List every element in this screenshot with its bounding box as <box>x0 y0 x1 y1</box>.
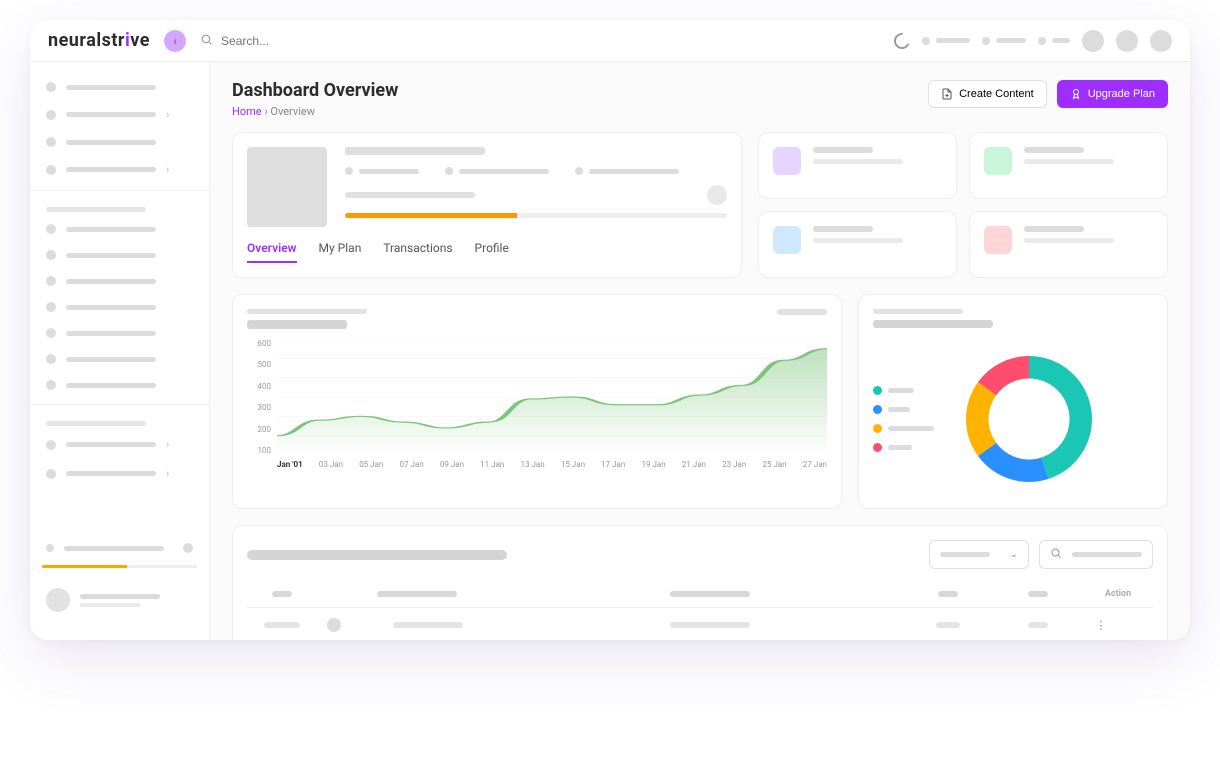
stat-card[interactable] <box>758 211 957 278</box>
breadcrumb-home[interactable]: Home <box>232 105 262 118</box>
topbar-avatar-1[interactable] <box>1082 30 1104 52</box>
sidebar-item[interactable] <box>30 320 209 346</box>
sidebar-section-header <box>30 411 209 430</box>
sidebar-collapse-button[interactable]: ‹ <box>164 30 186 52</box>
sidebar-item[interactable] <box>30 129 209 155</box>
sidebar-item[interactable] <box>30 268 209 294</box>
stat-card[interactable] <box>969 211 1168 278</box>
sidebar-item[interactable]: › <box>30 459 209 488</box>
donut-chart <box>954 344 1104 494</box>
breadcrumb-current: Overview <box>270 105 315 118</box>
area-chart-card: 600500400300200100 Jan '0103 Jan05 Jan07… <box>232 294 842 509</box>
area-chart: 600500400300200100 Jan '0103 Jan05 Jan07… <box>247 339 827 469</box>
stat-card[interactable] <box>969 132 1168 199</box>
table-card: ⌄ <box>232 525 1168 640</box>
sidebar-item[interactable]: › <box>30 155 209 184</box>
topbar-avatar-2[interactable] <box>1116 30 1138 52</box>
top-stat-1[interactable] <box>922 37 970 45</box>
page-title: Dashboard Overview <box>232 80 398 101</box>
profile-tabs: Overview My Plan Transactions Profile <box>247 241 727 263</box>
file-plus-icon <box>941 88 953 100</box>
topbar: neuralstrive ‹ <box>30 20 1190 62</box>
sidebar-item[interactable] <box>30 242 209 268</box>
chevron-right-icon: › <box>166 108 169 121</box>
data-table: Action ⋮ <box>247 581 1153 640</box>
profile-image <box>247 147 327 227</box>
sidebar-item[interactable] <box>30 346 209 372</box>
sidebar-item[interactable] <box>30 216 209 242</box>
table-row[interactable]: ⋮ <box>247 608 1153 641</box>
chevron-right-icon: › <box>166 467 169 480</box>
sidebar-item[interactable] <box>30 294 209 320</box>
table-filter-select[interactable]: ⌄ <box>929 540 1029 569</box>
topbar-right <box>894 30 1172 52</box>
global-search[interactable] <box>200 33 880 49</box>
sidebar: › › › › <box>30 62 210 640</box>
sidebar-footer <box>30 527 209 628</box>
search-input[interactable] <box>221 34 421 48</box>
profile-progress <box>345 213 727 218</box>
stat-card[interactable] <box>758 132 957 199</box>
user-avatar <box>46 588 70 612</box>
sidebar-user[interactable] <box>42 582 197 618</box>
award-icon <box>1070 88 1082 100</box>
sidebar-item[interactable]: › <box>30 430 209 459</box>
sidebar-item[interactable]: › <box>30 100 209 129</box>
table-search[interactable] <box>1039 540 1153 569</box>
plan-badge <box>707 185 727 205</box>
main-content: Dashboard Overview Home › Overview Creat… <box>210 62 1190 640</box>
brand-logo: neuralstrive <box>48 30 150 51</box>
breadcrumb: Home › Overview <box>232 105 398 118</box>
sidebar-usage-bar <box>42 565 197 568</box>
sidebar-usage[interactable] <box>42 537 197 559</box>
profile-card: Overview My Plan Transactions Profile <box>232 132 742 278</box>
top-stat-2[interactable] <box>982 37 1026 45</box>
tab-myplan[interactable]: My Plan <box>319 241 362 263</box>
row-menu-button[interactable]: ⋮ <box>1093 619 1109 632</box>
create-content-button[interactable]: Create Content <box>928 80 1047 108</box>
upgrade-plan-button[interactable]: Upgrade Plan <box>1057 80 1168 108</box>
app-window: neuralstrive ‹ › › <box>30 20 1190 640</box>
search-icon <box>200 33 213 49</box>
chevron-right-icon: › <box>166 438 169 451</box>
topbar-avatar-3[interactable] <box>1150 30 1172 52</box>
table-action-header: Action <box>1083 581 1153 608</box>
tab-profile[interactable]: Profile <box>475 241 509 263</box>
sidebar-item[interactable] <box>30 74 209 100</box>
tab-transactions[interactable]: Transactions <box>383 241 452 263</box>
chevron-right-icon: › <box>166 163 169 176</box>
sidebar-section-header <box>30 197 209 216</box>
donut-legend <box>873 386 934 452</box>
page-header: Dashboard Overview Home › Overview Creat… <box>232 80 1168 118</box>
chevron-left-icon: ‹ <box>173 34 177 48</box>
donut-chart-card <box>858 294 1168 509</box>
stat-cards <box>758 132 1168 278</box>
tab-overview[interactable]: Overview <box>247 241 297 263</box>
search-icon <box>1050 547 1062 562</box>
top-stat-3[interactable] <box>1038 37 1070 45</box>
theme-toggle[interactable] <box>894 33 910 49</box>
sidebar-item[interactable] <box>30 372 209 398</box>
chevron-down-icon: ⌄ <box>1010 549 1018 560</box>
